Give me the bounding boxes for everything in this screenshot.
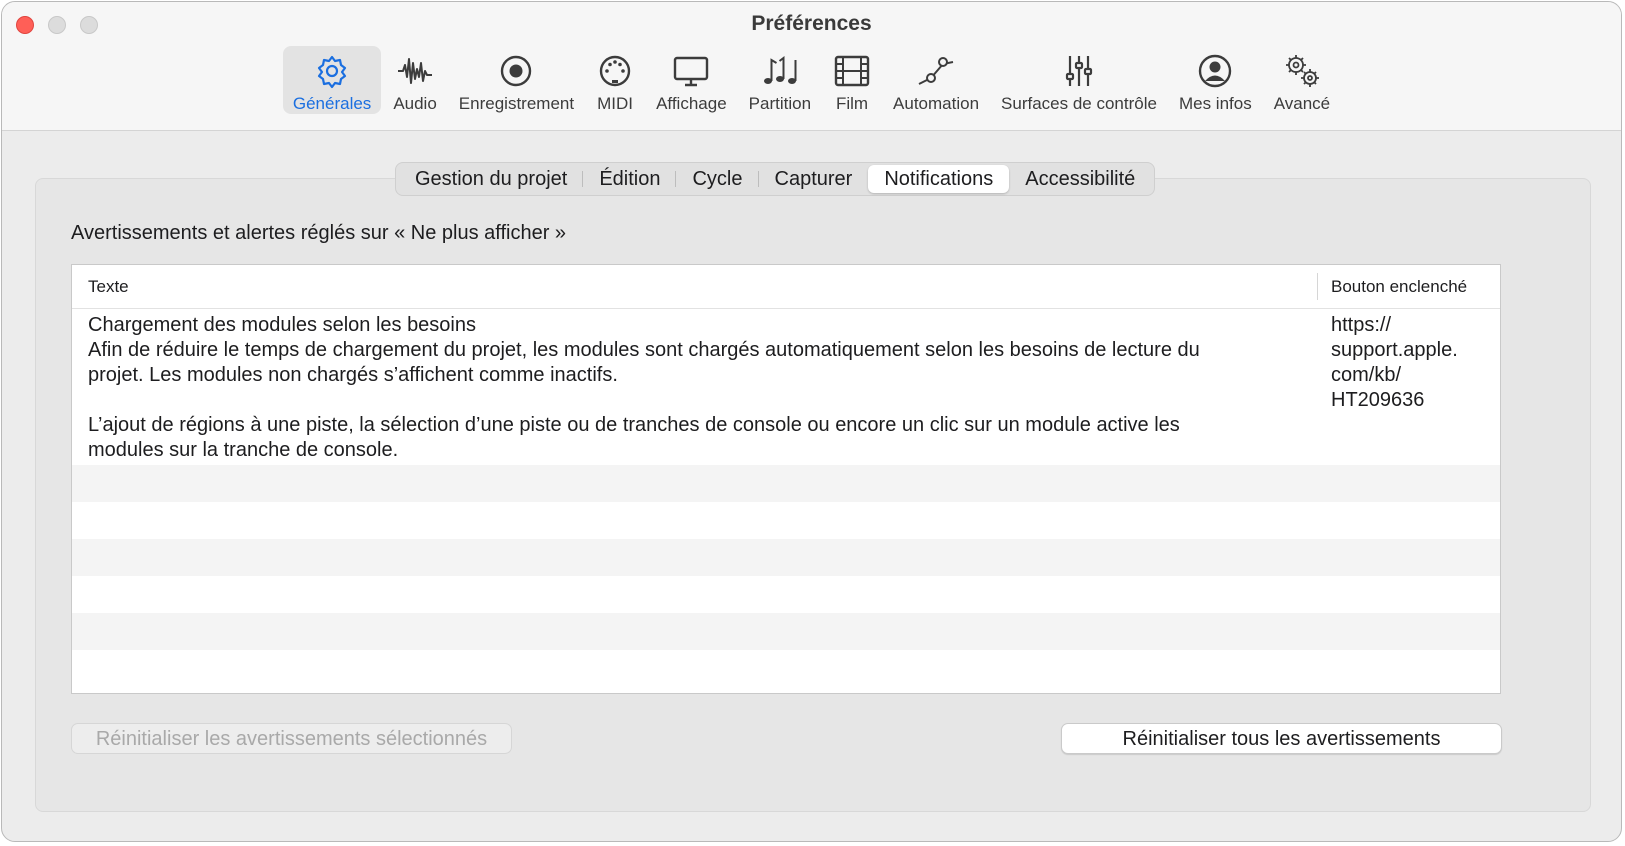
toolbar-item-label: Avancé: [1273, 94, 1331, 113]
display-icon: [674, 56, 709, 87]
toolbar-item-avance[interactable]: Avancé: [1264, 46, 1340, 114]
empty-row: [72, 465, 1500, 502]
table-header: Texte Bouton enclenché: [72, 265, 1500, 309]
row-button-line: HT209636: [1331, 389, 1425, 411]
gears-icon: [1285, 55, 1319, 87]
tab-capturer[interactable]: Capturer: [759, 165, 869, 193]
toolbar-item-label: Générales: [292, 94, 372, 113]
row-text-line: L’ajout de régions à une piste, la sélec…: [88, 414, 1180, 436]
tab-edition[interactable]: Édition: [583, 165, 677, 193]
column-divider[interactable]: [1317, 273, 1318, 300]
toolbar-item-audio[interactable]: Audio: [383, 46, 446, 114]
toolbar-item-label: MIDI: [597, 94, 634, 113]
toolbar-item-surfaces-de-controle[interactable]: Surfaces de contrôle: [991, 46, 1167, 114]
column-divider[interactable]: [1500, 273, 1501, 300]
gear-icon: [317, 55, 347, 89]
row-text-cell: Chargement des modules selon les besoins…: [88, 313, 1288, 463]
person-icon: [1199, 54, 1232, 88]
toolbar-item-midi[interactable]: MIDI: [586, 46, 644, 114]
row-button-line: com/kb/: [1331, 364, 1402, 386]
tab-cycle[interactable]: Cycle: [676, 165, 759, 193]
empty-row: [72, 576, 1500, 613]
section-label: Avertissements et alertes réglés sur « N…: [71, 222, 567, 244]
window-title: Préférences: [751, 12, 872, 35]
preferences-toolbar: Générales Audio Enregistrement MIDI Affi…: [2, 46, 1621, 120]
row-text-line: modules sur la tranche de console.: [88, 439, 399, 461]
toolbar-item-label: Partition: [748, 94, 812, 113]
toolbar-item-label: Automation: [893, 94, 980, 113]
reset-all-warnings-button[interactable]: Réinitialiser tous les avertissements: [1061, 723, 1502, 754]
toolbar-item-label: Mes infos: [1178, 94, 1252, 113]
toolbar-item-label: Film: [835, 94, 869, 113]
row-text-line: Afin de réduire le temps de chargement d…: [88, 339, 1200, 361]
tab-notifications[interactable]: Notifications: [868, 165, 1010, 193]
row-text-line: Chargement des modules selon les besoins: [88, 314, 476, 336]
toolbar-item-enregistrement[interactable]: Enregistrement: [449, 46, 584, 114]
toolbar-item-label: Audio: [393, 94, 437, 113]
midi-icon: [599, 55, 631, 87]
toolbar-item-label: Surfaces de contrôle: [1001, 94, 1157, 113]
toolbar-item-mes-infos[interactable]: Mes infos: [1169, 46, 1262, 114]
toolbar-item-affichage[interactable]: Affichage: [646, 46, 737, 114]
sliders-icon: [1065, 56, 1093, 86]
row-button-cell: https:// support.apple. com/kb/ HT209636: [1331, 313, 1481, 413]
row-button-line: https://: [1331, 314, 1392, 336]
row-button-line: support.apple.: [1331, 339, 1458, 361]
warnings-table[interactable]: Texte Bouton enclenché Chargement des mo…: [71, 264, 1501, 694]
toolbar-item-label: Enregistrement: [458, 94, 575, 113]
film-icon: [834, 55, 870, 87]
toolbar-item-generales[interactable]: Générales: [282, 46, 382, 114]
empty-row: [72, 650, 1500, 687]
toolbar-item-label: Affichage: [656, 94, 727, 113]
tab-bar: Gestion du projet Édition Cycle Capturer…: [395, 162, 1156, 196]
music-notes-icon: [763, 56, 797, 84]
table-row[interactable]: Chargement des modules selon les besoins…: [72, 309, 1500, 473]
empty-row: [72, 539, 1500, 576]
toolbar-item-film[interactable]: Film: [823, 46, 881, 114]
preferences-window: Préférences Générales Audio Enregistreme…: [1, 1, 1622, 842]
column-header-button[interactable]: Bouton enclenché: [1331, 277, 1467, 297]
waveform-icon: [398, 58, 433, 84]
column-header-text[interactable]: Texte: [88, 277, 129, 297]
automation-icon: [918, 57, 954, 85]
toolbar-item-partition[interactable]: Partition: [739, 46, 821, 114]
tab-accessibilite[interactable]: Accessibilité: [1009, 165, 1151, 193]
titlebar: Préférences Générales Audio Enregistreme…: [2, 2, 1621, 131]
toolbar-item-automation[interactable]: Automation: [883, 46, 989, 114]
reset-selected-warnings-button[interactable]: Réinitialiser les avertissements sélecti…: [71, 723, 512, 754]
record-icon: [501, 55, 532, 87]
empty-row: [72, 502, 1500, 539]
tab-gestion-du-projet[interactable]: Gestion du projet: [399, 165, 584, 193]
row-text-line: projet. Les modules non chargés s’affich…: [88, 364, 618, 386]
empty-row: [72, 613, 1500, 650]
